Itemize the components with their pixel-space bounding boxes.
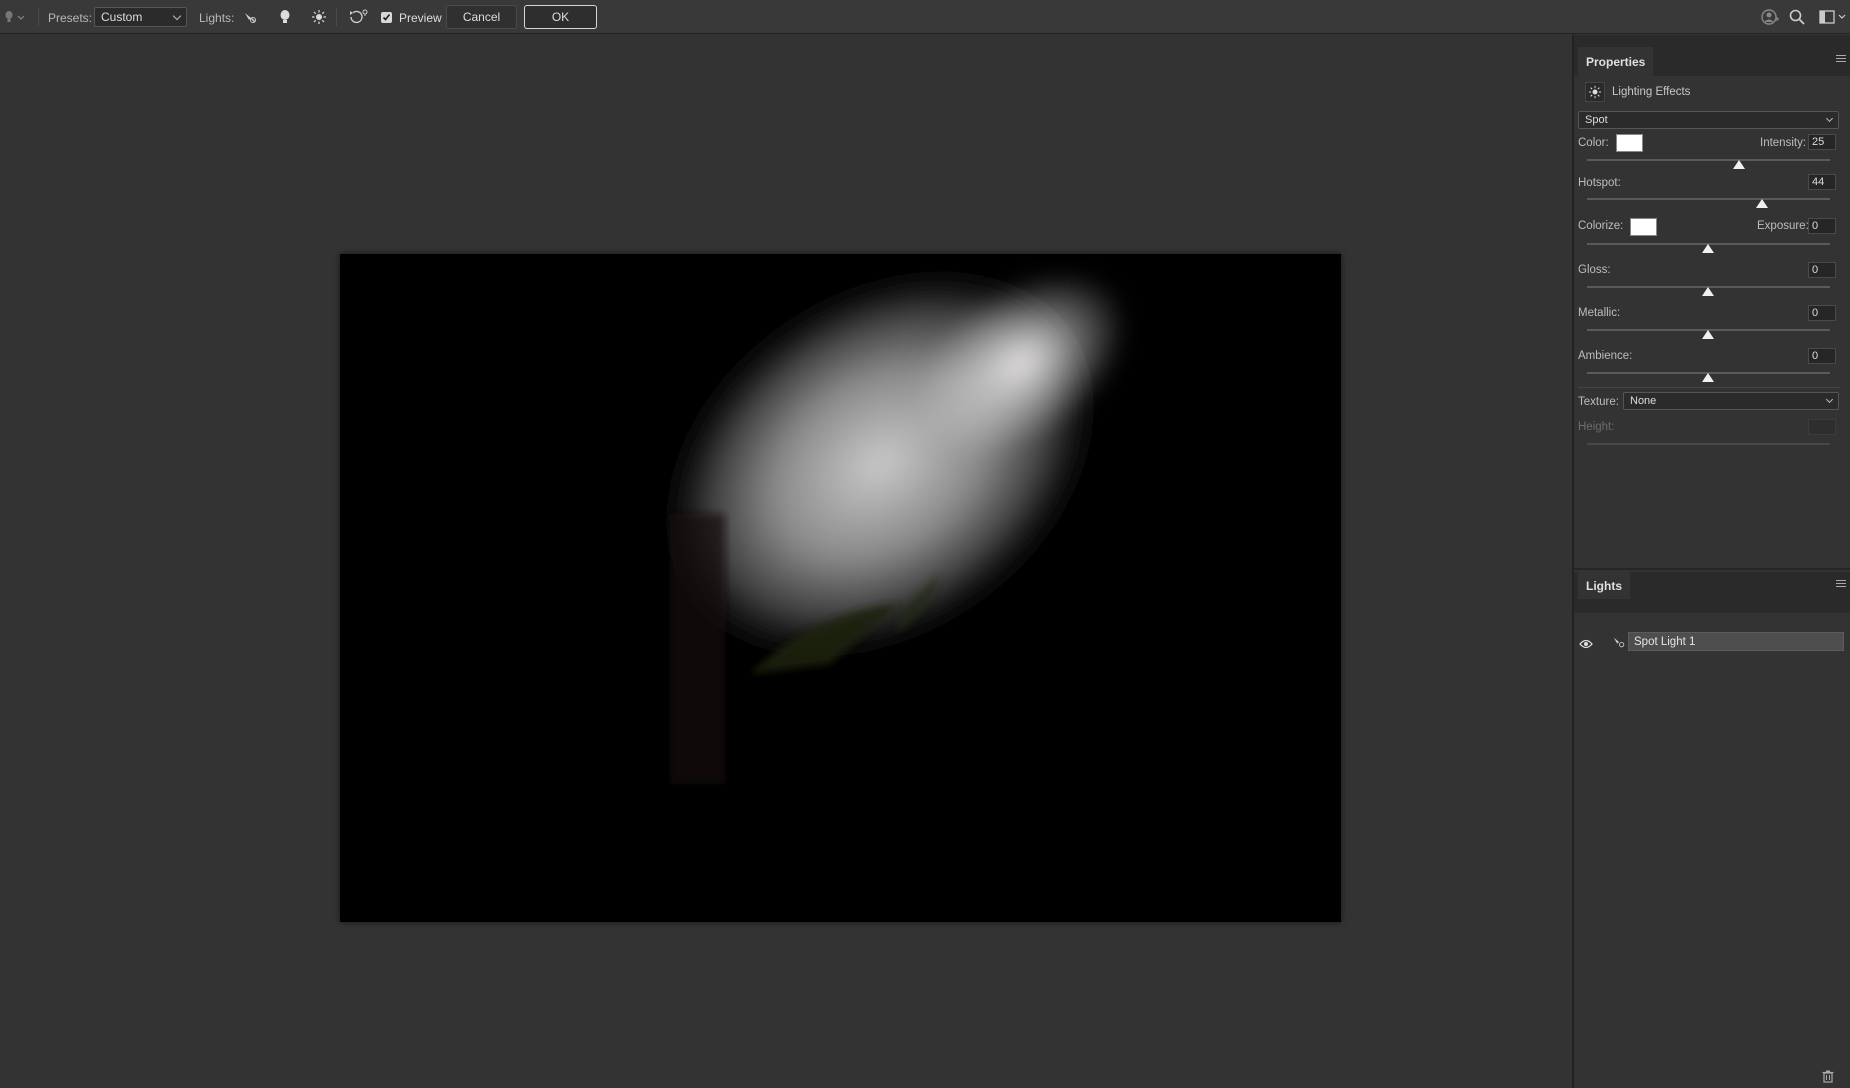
texture-value: None (1630, 395, 1657, 407)
ambience-label: Ambience: (1578, 350, 1633, 362)
section-divider (1578, 387, 1840, 388)
preview-checkbox[interactable] (381, 12, 392, 23)
ambience-field[interactable]: 0 (1808, 348, 1836, 364)
metallic-field[interactable]: 0 (1808, 305, 1836, 321)
exposure-slider-thumb[interactable] (1702, 244, 1714, 253)
intensity-slider-thumb[interactable] (1733, 160, 1745, 169)
height-slider-track (1587, 443, 1830, 445)
filter-name: Lighting Effects (1612, 86, 1691, 98)
exposure-label: Exposure: (1757, 220, 1809, 232)
gloss-field[interactable]: 0 (1808, 262, 1836, 278)
reset-lights-icon[interactable] (347, 8, 369, 26)
tab-properties[interactable]: Properties (1578, 47, 1654, 76)
metallic-label: Metallic: (1578, 307, 1621, 319)
lighting-effects-icon (1585, 82, 1605, 102)
metallic-slider-thumb[interactable] (1702, 330, 1714, 339)
chevron-down-icon (1825, 114, 1834, 123)
presets-value: Custom (101, 10, 143, 24)
color-label: Color: (1578, 137, 1609, 149)
tab-lights[interactable]: Lights (1578, 572, 1630, 599)
options-bar: Presets: Custom Lights: Preview Cancel O… (0, 0, 1850, 34)
workspace-layout-icon[interactable] (1819, 10, 1847, 24)
height-label: Height: (1578, 421, 1615, 433)
intensity-field[interactable]: 25 (1808, 134, 1836, 150)
ambience-slider-thumb[interactable] (1702, 373, 1714, 382)
hotspot-field[interactable]: 44 (1808, 174, 1836, 190)
colorize-label: Colorize: (1578, 220, 1624, 232)
add-spot-light-icon[interactable] (242, 9, 258, 25)
visibility-eye-icon[interactable] (1579, 636, 1593, 654)
divider (38, 8, 39, 26)
light-color-swatch[interactable] (1616, 134, 1643, 152)
ok-button[interactable]: OK (524, 5, 597, 29)
properties-tabbar: Properties (1574, 35, 1850, 76)
height-field (1808, 419, 1836, 435)
divider (336, 8, 337, 26)
presets-label: Presets: (48, 11, 93, 25)
intensity-slider-track[interactable] (1587, 159, 1830, 161)
spot-light-type-icon (1612, 635, 1626, 654)
presets-dropdown[interactable]: Custom (94, 7, 187, 27)
cancel-button[interactable]: Cancel (446, 5, 517, 29)
image-canvas[interactable] (340, 254, 1341, 922)
chevron-down-icon (172, 11, 182, 20)
texture-dropdown[interactable]: None (1623, 392, 1839, 410)
add-point-light-icon[interactable] (278, 9, 292, 25)
light-type-value: Spot (1585, 114, 1608, 126)
hotspot-label: Hotspot: (1578, 177, 1621, 189)
exposure-field[interactable]: 0 (1808, 218, 1836, 234)
search-icon[interactable] (1789, 9, 1805, 25)
panel-menu-icon[interactable] (1836, 580, 1846, 589)
light-list-item-spot-light-1[interactable]: Spot Light 1 (1628, 632, 1844, 651)
lighting-preview-image (340, 254, 1341, 922)
texture-label: Texture: (1578, 396, 1619, 408)
intensity-label: Intensity: (1760, 137, 1807, 149)
delete-light-icon[interactable] (1822, 1070, 1834, 1088)
colorize-swatch[interactable] (1630, 218, 1657, 236)
light-type-dropdown[interactable]: Spot (1578, 111, 1839, 129)
gloss-slider-thumb[interactable] (1702, 287, 1714, 296)
lights-tabbar: Lights (1574, 572, 1850, 613)
account-icon[interactable] (1761, 9, 1779, 25)
hotspot-slider-thumb[interactable] (1756, 199, 1768, 208)
gloss-label: Gloss: (1578, 264, 1611, 276)
lights-label: Lights: (199, 11, 235, 25)
hotspot-slider-track[interactable] (1587, 198, 1830, 200)
preview-label[interactable]: Preview (399, 11, 442, 25)
chevron-down-icon (1825, 395, 1834, 404)
lighting-effects-tool-icon[interactable] (4, 10, 26, 24)
light-item-label: Spot Light 1 (1634, 635, 1696, 648)
panel-menu-icon[interactable] (1836, 55, 1846, 64)
add-infinite-light-icon[interactable] (311, 9, 327, 25)
